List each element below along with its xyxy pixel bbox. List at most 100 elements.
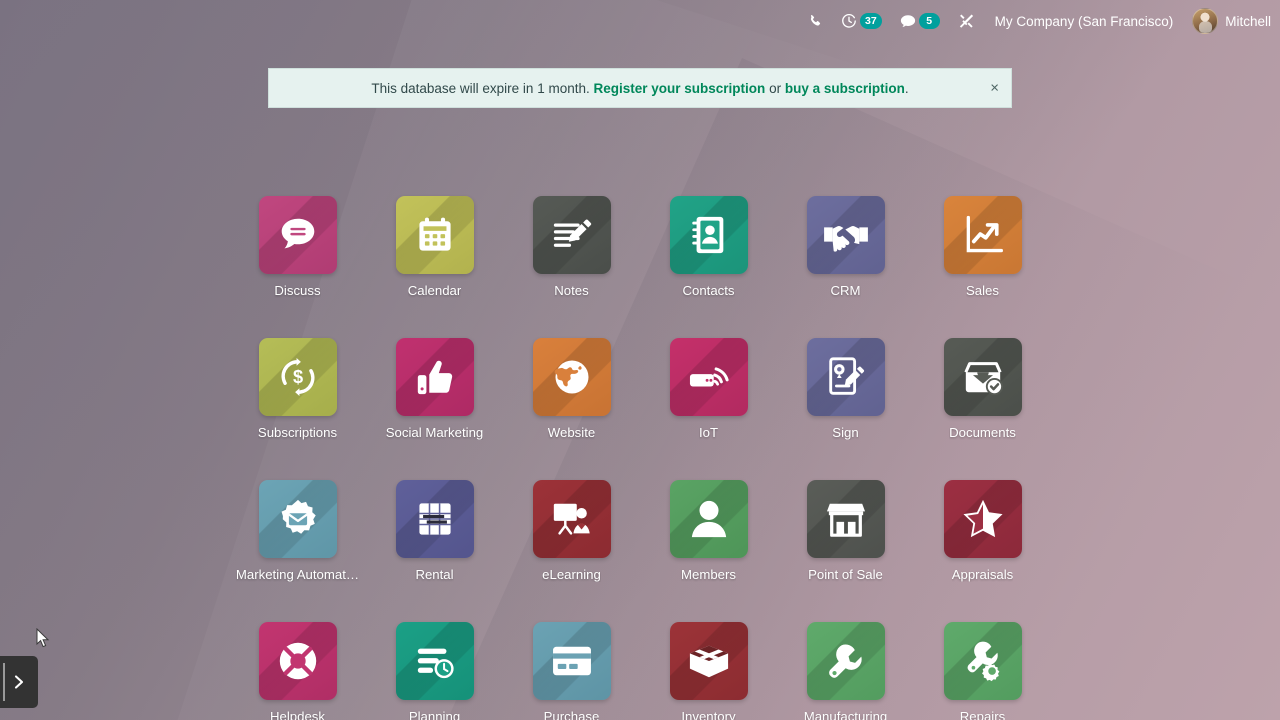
app-tile-calendar[interactable]: Calendar bbox=[366, 196, 503, 298]
buy-subscription-link[interactable]: buy a subscription bbox=[785, 81, 905, 96]
app-label: eLearning bbox=[542, 567, 601, 582]
documents-tray-check-icon bbox=[960, 356, 1006, 398]
user-name-label: Mitchell bbox=[1225, 13, 1271, 29]
app-tile-helpdesk[interactable]: Helpdesk bbox=[229, 622, 366, 720]
app-icon-tile bbox=[395, 338, 474, 416]
register-subscription-link[interactable]: Register your subscription bbox=[594, 81, 766, 96]
app-icon-tile bbox=[395, 480, 474, 558]
app-icon-tile bbox=[943, 622, 1022, 700]
calendar-icon bbox=[413, 213, 457, 257]
top-system-bar: 37 5 My Company (San Francisco) Mitchell bbox=[0, 0, 1280, 42]
app-tile-sales[interactable]: Sales bbox=[914, 196, 1051, 298]
app-tile-manufacturing[interactable]: Manufacturing bbox=[777, 622, 914, 720]
rental-gantt-icon bbox=[413, 497, 457, 541]
helpdesk-lifebuoy-icon bbox=[275, 638, 321, 684]
app-label: Discuss bbox=[274, 283, 321, 298]
app-label: Marketing Automat… bbox=[235, 567, 360, 582]
app-tile-marketing-automat[interactable]: Marketing Automat… bbox=[229, 480, 366, 582]
app-label: Rental bbox=[415, 567, 454, 582]
app-tile-rental[interactable]: Rental bbox=[366, 480, 503, 582]
messages-count-badge: 5 bbox=[918, 13, 940, 29]
app-tile-point-of-sale[interactable]: Point of Sale bbox=[777, 480, 914, 582]
app-tile-repairs[interactable]: Repairs bbox=[914, 622, 1051, 720]
app-icon-tile bbox=[532, 480, 611, 558]
app-tile-crm[interactable]: CRM bbox=[777, 196, 914, 298]
appraisals-star-icon bbox=[961, 498, 1005, 540]
app-icon-tile bbox=[395, 622, 474, 700]
purchase-credit-card-icon bbox=[549, 643, 595, 679]
banner-message: This database will expire in 1 month. Re… bbox=[371, 81, 908, 96]
wrench-screwdriver-icon bbox=[958, 13, 975, 30]
app-icon-tile bbox=[943, 338, 1022, 416]
open-sidebar-button[interactable] bbox=[0, 656, 38, 708]
app-icon-tile bbox=[669, 196, 748, 274]
avatar bbox=[1192, 8, 1219, 34]
close-icon[interactable]: × bbox=[990, 81, 999, 96]
clock-activities-icon bbox=[841, 13, 857, 29]
app-tile-contacts[interactable]: Contacts bbox=[640, 196, 777, 298]
app-label: Notes bbox=[554, 283, 589, 298]
app-label: Website bbox=[547, 425, 596, 440]
company-switcher[interactable]: My Company (San Francisco) bbox=[984, 0, 1185, 42]
user-menu[interactable]: Mitchell bbox=[1184, 0, 1280, 42]
inventory-box-icon bbox=[686, 640, 732, 682]
sales-growth-chart-icon bbox=[961, 213, 1005, 257]
activities-button[interactable]: 37 bbox=[832, 0, 891, 42]
app-label: Appraisals bbox=[951, 567, 1014, 582]
iot-wifi-box-icon bbox=[686, 357, 732, 397]
app-icon-tile bbox=[395, 196, 474, 274]
point-of-sale-shop-icon bbox=[823, 499, 869, 539]
app-icon-tile bbox=[258, 622, 337, 700]
app-tile-members[interactable]: Members bbox=[640, 480, 777, 582]
manufacturing-wrench-icon bbox=[824, 639, 868, 683]
app-icon-tile bbox=[669, 622, 748, 700]
app-tile-iot[interactable]: IoT bbox=[640, 338, 777, 440]
app-label: Contacts bbox=[682, 283, 735, 298]
app-tile-appraisals[interactable]: Appraisals bbox=[914, 480, 1051, 582]
repairs-wrench-gear-icon bbox=[961, 639, 1005, 683]
app-label: CRM bbox=[830, 283, 861, 298]
messages-button[interactable]: 5 bbox=[891, 0, 949, 42]
app-icon-tile bbox=[943, 480, 1022, 558]
app-label: Planning bbox=[408, 709, 461, 720]
app-tile-documents[interactable]: Documents bbox=[914, 338, 1051, 440]
members-person-icon bbox=[689, 497, 729, 541]
discuss-chat-icon bbox=[275, 212, 321, 258]
app-label: IoT bbox=[698, 425, 719, 440]
settings-tools-button[interactable] bbox=[949, 0, 984, 42]
app-tile-subscriptions[interactable]: $ Subscriptions bbox=[229, 338, 366, 440]
app-tile-discuss[interactable]: Discuss bbox=[229, 196, 366, 298]
app-tile-inventory[interactable]: Inventory bbox=[640, 622, 777, 720]
chevron-right-icon bbox=[14, 675, 23, 689]
phone-button[interactable] bbox=[799, 0, 832, 42]
app-tile-planning[interactable]: Planning bbox=[366, 622, 503, 720]
notes-pencil-icon bbox=[549, 214, 595, 256]
app-label: Members bbox=[681, 567, 736, 582]
app-tile-sign[interactable]: Sign bbox=[777, 338, 914, 440]
app-icon-tile bbox=[669, 480, 748, 558]
app-label: Subscriptions bbox=[257, 425, 338, 440]
app-tile-website[interactable]: Website bbox=[503, 338, 640, 440]
app-icon-tile bbox=[806, 196, 885, 274]
app-label: Manufacturing bbox=[803, 709, 888, 720]
svg-text:$: $ bbox=[292, 367, 302, 387]
app-icon-tile bbox=[532, 196, 611, 274]
app-label: Repairs bbox=[959, 709, 1006, 720]
app-label: Calendar bbox=[407, 283, 462, 298]
app-label: Point of Sale bbox=[808, 567, 883, 582]
app-icon-tile bbox=[806, 622, 885, 700]
app-icon-tile bbox=[258, 196, 337, 274]
activities-count-badge: 37 bbox=[859, 13, 882, 29]
subscriptions-recycle-dollar-icon: $ bbox=[275, 354, 321, 400]
app-icon-tile: $ bbox=[258, 338, 337, 416]
app-tile-social-marketing[interactable]: Social Marketing bbox=[366, 338, 503, 440]
app-icon-tile bbox=[806, 338, 885, 416]
app-tile-purchase[interactable]: Purchase bbox=[503, 622, 640, 720]
app-label: Sign bbox=[832, 425, 859, 440]
banner-lead-text: This database will expire in 1 month. bbox=[371, 80, 590, 96]
sign-document-pencil-icon bbox=[824, 354, 868, 400]
app-tile-elearning[interactable]: eLearning bbox=[503, 480, 640, 582]
app-tile-notes[interactable]: Notes bbox=[503, 196, 640, 298]
contacts-book-icon bbox=[688, 212, 730, 258]
database-expiry-banner: This database will expire in 1 month. Re… bbox=[268, 68, 1012, 108]
